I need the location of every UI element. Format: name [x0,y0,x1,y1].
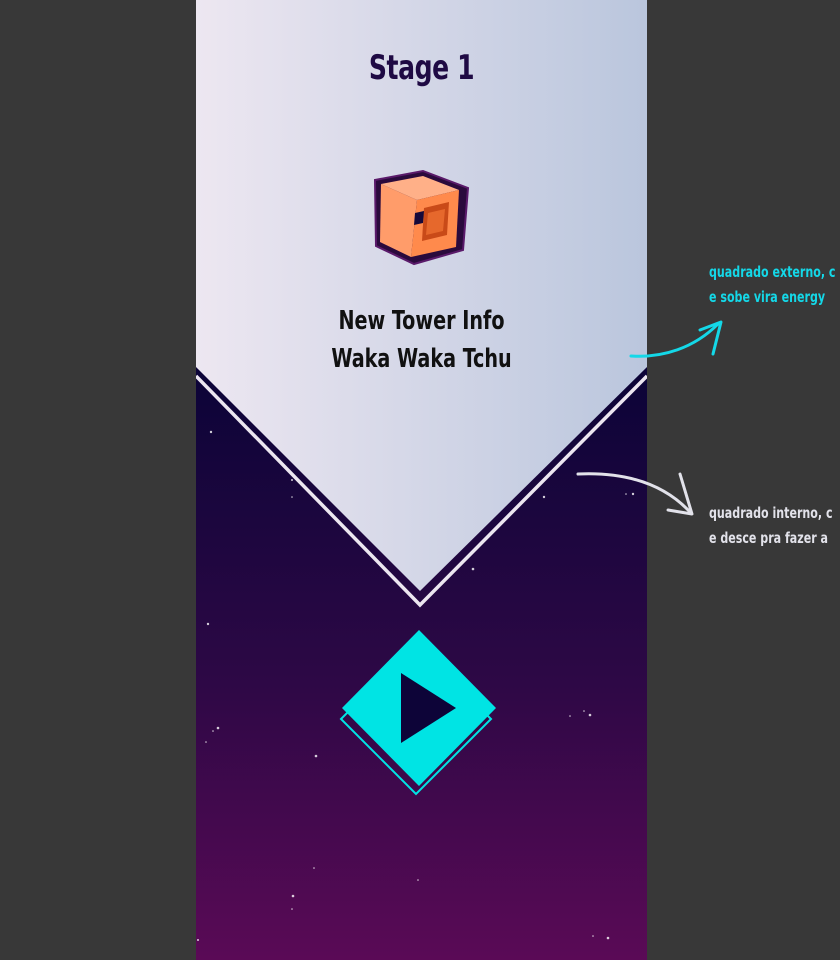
annotation-outer-line-2: e sobe vira energy [709,288,826,306]
cyan-arrow-icon [629,320,723,358]
annotation-outer-line-1: quadrado externo, c [709,263,836,281]
annotation-inner-square: quadrado interno, c e desce pra fazer a [709,501,833,551]
new-tower-info: New Tower Info Waka Waka Tchu [237,302,607,378]
page-title: Stage 1 [368,48,475,88]
white-arrow-icon [576,472,694,516]
annotation-outer-square: quadrado externo, c e sobe vira energy [709,260,835,310]
tower-name: Waka Waka Tchu [331,344,512,374]
orange-cube-tower-icon [373,169,470,266]
play-button[interactable] [336,628,501,803]
info-heading: New Tower Info [338,306,505,336]
annotation-inner-line-2: e desce pra fazer a [709,529,828,547]
annotation-inner-line-1: quadrado interno, c [709,504,833,522]
